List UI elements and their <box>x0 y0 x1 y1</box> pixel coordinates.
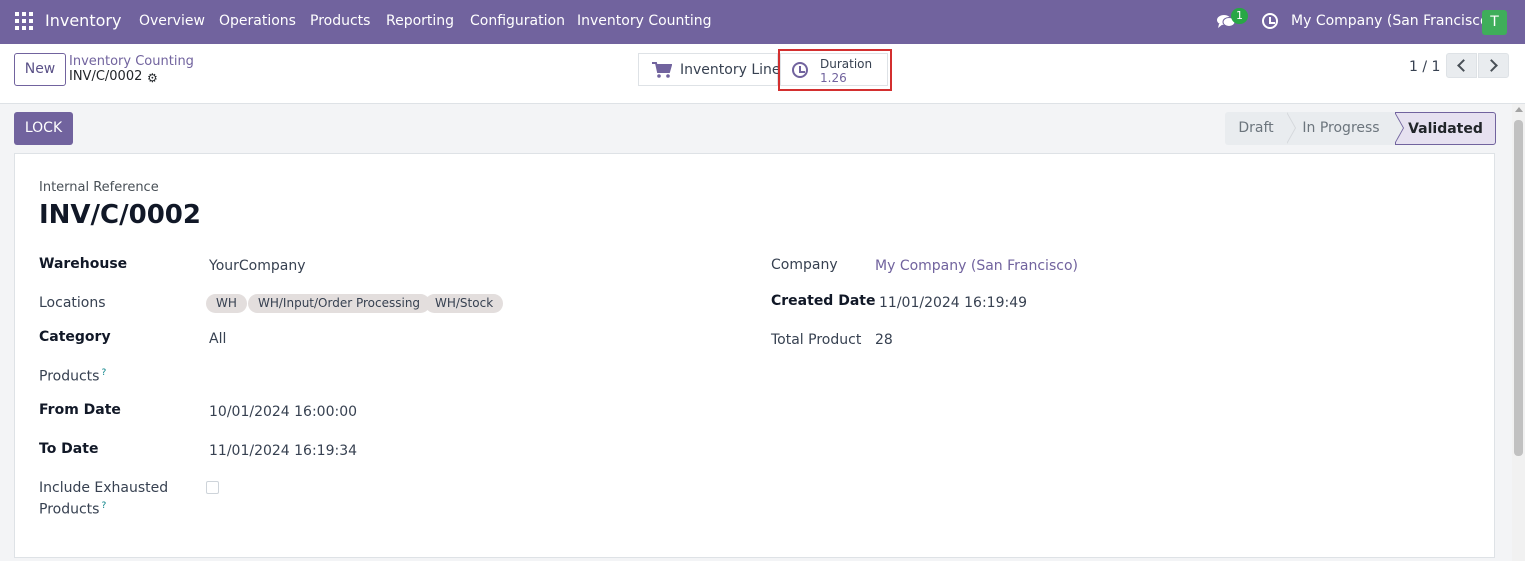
scroll-up-arrow-icon[interactable] <box>1515 107 1523 112</box>
pager-next-button[interactable] <box>1478 53 1509 78</box>
apps-grid-icon[interactable] <box>15 12 33 30</box>
form-sheet <box>14 153 1495 558</box>
menu-operations[interactable]: Operations <box>219 13 296 29</box>
breadcrumb-parent[interactable]: Inventory Counting <box>69 54 194 69</box>
control-panel: New Inventory Counting INV/C/0002 ⚙ Inve… <box>0 44 1525 104</box>
category-label: Category <box>39 329 111 345</box>
products-label: Products? <box>39 368 106 385</box>
help-tooltip-icon[interactable]: ? <box>101 368 106 378</box>
products-label-text: Products <box>39 368 100 385</box>
stage-draft[interactable]: Draft <box>1225 112 1287 145</box>
inventory-line-button[interactable]: Inventory Line <box>638 53 781 86</box>
to-date-field[interactable]: 11/01/2024 16:19:34 <box>209 443 357 459</box>
category-field[interactable]: All <box>209 331 226 347</box>
cart-icon <box>652 62 672 78</box>
duration-value: 1.26 <box>820 71 847 85</box>
duration-button[interactable]: Duration 1.26 <box>780 53 888 86</box>
total-product-field: 28 <box>875 332 893 348</box>
stage-separator <box>1394 112 1403 144</box>
created-date-label: Created Date <box>771 293 876 309</box>
top-navbar: Inventory Overview Operations Products R… <box>0 0 1525 44</box>
include-exhausted-label: Include Exhausted <box>39 480 169 496</box>
to-date-label: To Date <box>39 441 99 457</box>
location-tag[interactable]: WH/Stock <box>425 294 504 313</box>
menu-inventory-counting[interactable]: Inventory Counting <box>577 13 712 29</box>
locations-label: Locations <box>39 295 106 311</box>
app-name[interactable]: Inventory <box>45 11 121 30</box>
pager-previous-button[interactable] <box>1446 53 1477 78</box>
internal-reference-label: Internal Reference <box>39 180 159 195</box>
chat-badge: 1 <box>1231 8 1248 24</box>
help-tooltip-icon[interactable]: ? <box>101 501 106 511</box>
company-label: Company <box>771 257 838 273</box>
scrollbar[interactable] <box>1512 104 1525 561</box>
status-bar: Draft In Progress Validated <box>1225 112 1496 145</box>
location-tag[interactable]: WH/Input/Order Processing <box>248 294 431 313</box>
total-product-label: Total Product <box>771 332 862 348</box>
pager-value[interactable]: 1 / 1 <box>1409 59 1440 75</box>
warehouse-label: Warehouse <box>39 256 128 272</box>
inventory-line-label: Inventory Line <box>680 62 781 78</box>
location-tag[interactable]: WH <box>206 294 247 313</box>
duration-label: Duration <box>820 57 873 71</box>
company-field[interactable]: My Company (San Francisco) <box>875 258 1078 274</box>
warehouse-field[interactable]: YourCompany <box>209 258 306 274</box>
chevron-right-icon <box>1485 59 1498 72</box>
menu-overview[interactable]: Overview <box>139 13 205 29</box>
gear-icon[interactable]: ⚙ <box>147 71 158 85</box>
from-date-field[interactable]: 10/01/2024 16:00:00 <box>209 404 357 420</box>
activity-clock-icon[interactable] <box>1262 13 1278 29</box>
menu-reporting[interactable]: Reporting <box>386 13 454 29</box>
include-exhausted-label-cont: Products? <box>39 501 106 518</box>
stage-validated[interactable]: Validated <box>1395 112 1496 145</box>
include-exhausted-checkbox[interactable] <box>206 481 219 494</box>
scrollbar-thumb[interactable] <box>1514 120 1523 456</box>
stage-separator <box>1286 112 1295 144</box>
include-exhausted-label-text: Products <box>39 501 100 518</box>
menu-configuration[interactable]: Configuration <box>470 13 565 29</box>
user-avatar[interactable]: T <box>1482 10 1507 35</box>
from-date-label: From Date <box>39 402 121 418</box>
company-switcher[interactable]: My Company (San Francisco) <box>1291 13 1494 29</box>
record-title[interactable]: INV/C/0002 <box>39 200 201 230</box>
chevron-left-icon <box>1457 59 1470 72</box>
created-date-field: 11/01/2024 16:19:49 <box>879 295 1028 311</box>
menu-products[interactable]: Products <box>310 13 370 29</box>
stage-in-progress[interactable]: In Progress <box>1287 112 1395 145</box>
lock-button[interactable]: LOCK <box>14 112 73 145</box>
clock-icon <box>792 62 808 78</box>
new-button[interactable]: New <box>14 53 66 86</box>
breadcrumb-current: INV/C/0002 <box>69 69 143 84</box>
